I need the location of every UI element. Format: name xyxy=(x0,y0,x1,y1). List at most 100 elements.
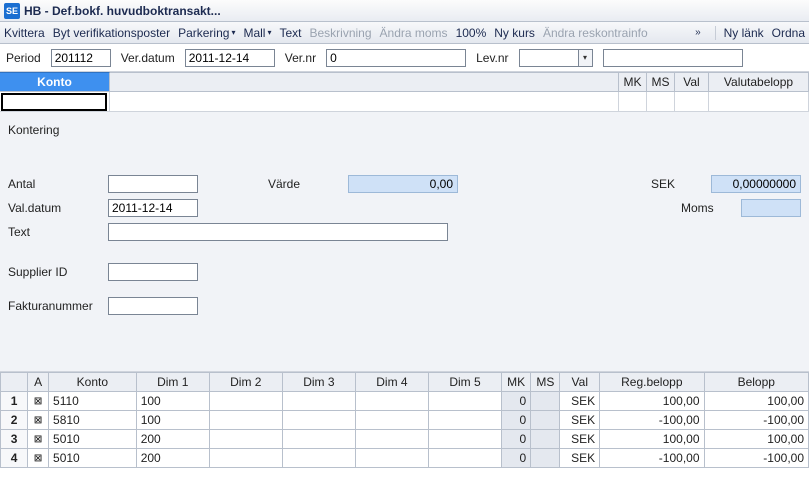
cell-val[interactable]: SEK xyxy=(560,430,600,449)
cell-belopp[interactable]: -100,00 xyxy=(704,449,809,468)
th-dim3[interactable]: Dim 3 xyxy=(282,373,355,392)
period-input[interactable] xyxy=(51,49,111,67)
cell-konto[interactable]: 5010 xyxy=(49,449,137,468)
moms-value xyxy=(741,199,801,217)
cell-dim3[interactable] xyxy=(282,392,355,411)
ny-kurs-button[interactable]: Ny kurs xyxy=(494,26,535,40)
col-valutabelopp[interactable]: Valutabelopp xyxy=(709,72,809,91)
faktura-input[interactable] xyxy=(108,297,198,315)
th-a[interactable]: A xyxy=(28,373,49,392)
cell-dim2[interactable] xyxy=(209,430,282,449)
th-ms[interactable]: MS xyxy=(531,373,560,392)
cross-icon[interactable]: ⊠ xyxy=(28,392,49,411)
cross-icon[interactable]: ⊠ xyxy=(28,449,49,468)
col-mk[interactable]: MK xyxy=(619,72,647,91)
cell-dim5[interactable] xyxy=(428,430,501,449)
vernr-input[interactable] xyxy=(326,49,466,67)
cell-dim2[interactable] xyxy=(209,411,282,430)
byt-button[interactable]: Byt verifikationsposter xyxy=(53,26,170,40)
cell-reg[interactable]: -100,00 xyxy=(600,411,704,430)
levnr-dropdown-icon[interactable]: ▾ xyxy=(579,49,593,67)
cell-konto[interactable]: 5810 xyxy=(49,411,137,430)
th-dim2[interactable]: Dim 2 xyxy=(209,373,282,392)
cell-val[interactable]: SEK xyxy=(560,392,600,411)
text-button[interactable]: Text xyxy=(279,26,301,40)
cell-dim4[interactable] xyxy=(355,449,428,468)
cell-reg[interactable]: -100,00 xyxy=(600,449,704,468)
titlebar: SE HB - Def.bokf. huvudboktransakt... xyxy=(0,0,809,22)
ny-lank-button[interactable]: Ny länk xyxy=(724,26,764,40)
verdatum-input[interactable] xyxy=(185,49,275,67)
antal-input[interactable] xyxy=(108,175,198,193)
th-konto[interactable]: Konto xyxy=(49,373,137,392)
cell-dim4[interactable] xyxy=(355,430,428,449)
cell-ms[interactable] xyxy=(531,449,560,468)
cell-belopp[interactable]: 100,00 xyxy=(704,392,809,411)
cell-dim5[interactable] xyxy=(428,411,501,430)
cell-mk[interactable]: 0 xyxy=(502,411,531,430)
cell-dim5[interactable] xyxy=(428,392,501,411)
table-row[interactable]: 2⊠58101000SEK-100,00-100,00 xyxy=(1,411,809,430)
row-num: 2 xyxy=(1,411,28,430)
cell-dim1[interactable]: 100 xyxy=(136,392,209,411)
col-spacer xyxy=(110,72,619,91)
cell-belopp[interactable]: -100,00 xyxy=(704,411,809,430)
cell-dim3[interactable] xyxy=(282,411,355,430)
th-val[interactable]: Val xyxy=(560,373,600,392)
th-dim4[interactable]: Dim 4 xyxy=(355,373,428,392)
cell-dim5[interactable] xyxy=(428,449,501,468)
col-ms[interactable]: MS xyxy=(647,72,675,91)
verdatum-label: Ver.datum xyxy=(121,51,175,65)
cell-belopp[interactable]: 100,00 xyxy=(704,430,809,449)
text-input[interactable] xyxy=(108,223,448,241)
th-mk[interactable]: MK xyxy=(502,373,531,392)
cell-mk[interactable]: 0 xyxy=(502,392,531,411)
100pct-button[interactable]: 100% xyxy=(456,26,487,40)
cell-dim3[interactable] xyxy=(282,449,355,468)
cell-konto[interactable]: 5110 xyxy=(49,392,137,411)
cell-konto[interactable]: 5010 xyxy=(49,430,137,449)
cell-ms[interactable] xyxy=(531,430,560,449)
mall-menu[interactable]: Mall▾ xyxy=(243,26,271,40)
kvittera-button[interactable]: Kvittera xyxy=(4,26,45,40)
konto-input[interactable] xyxy=(1,93,107,111)
cell-mk[interactable]: 0 xyxy=(502,430,531,449)
levnr-text-input[interactable] xyxy=(603,49,743,67)
cell-reg[interactable]: 100,00 xyxy=(600,392,704,411)
cell-dim2[interactable] xyxy=(209,392,282,411)
cell-reg[interactable]: 100,00 xyxy=(600,430,704,449)
cell-mk[interactable]: 0 xyxy=(502,449,531,468)
table-header: A Konto Dim 1 Dim 2 Dim 3 Dim 4 Dim 5 MK… xyxy=(1,373,809,392)
bottom-table: A Konto Dim 1 Dim 2 Dim 3 Dim 4 Dim 5 MK… xyxy=(0,372,809,468)
cell-dim1[interactable]: 100 xyxy=(136,411,209,430)
cell-ms[interactable] xyxy=(531,411,560,430)
th-dim5[interactable]: Dim 5 xyxy=(428,373,501,392)
th-dim1[interactable]: Dim 1 xyxy=(136,373,209,392)
cell-dim1[interactable]: 200 xyxy=(136,449,209,468)
cell-dim4[interactable] xyxy=(355,392,428,411)
th-reg[interactable]: Reg.belopp xyxy=(600,373,704,392)
cell-val[interactable]: SEK xyxy=(560,449,600,468)
parkering-menu[interactable]: Parkering▾ xyxy=(178,26,235,40)
ordna-button[interactable]: Ordna xyxy=(772,26,805,40)
cell-dim1[interactable]: 200 xyxy=(136,430,209,449)
th-belopp[interactable]: Belopp xyxy=(704,373,809,392)
col-konto[interactable]: Konto xyxy=(0,72,110,91)
cell-val[interactable]: SEK xyxy=(560,411,600,430)
moms-label: Moms xyxy=(681,201,741,215)
supplier-input[interactable] xyxy=(108,263,198,281)
vernr-label: Ver.nr xyxy=(285,51,316,65)
cell-dim4[interactable] xyxy=(355,411,428,430)
col-val[interactable]: Val xyxy=(675,72,709,91)
cross-icon[interactable]: ⊠ xyxy=(28,430,49,449)
cell-dim3[interactable] xyxy=(282,430,355,449)
table-row[interactable]: 1⊠51101000SEK100,00100,00 xyxy=(1,392,809,411)
levnr-select[interactable] xyxy=(519,49,579,67)
table-row[interactable]: 4⊠50102000SEK-100,00-100,00 xyxy=(1,449,809,468)
cell-ms[interactable] xyxy=(531,392,560,411)
valdatum-input[interactable] xyxy=(108,199,198,217)
cross-icon[interactable]: ⊠ xyxy=(28,411,49,430)
table-row[interactable]: 3⊠50102000SEK100,00100,00 xyxy=(1,430,809,449)
cell-dim2[interactable] xyxy=(209,449,282,468)
overflow-button[interactable]: » xyxy=(695,27,701,38)
